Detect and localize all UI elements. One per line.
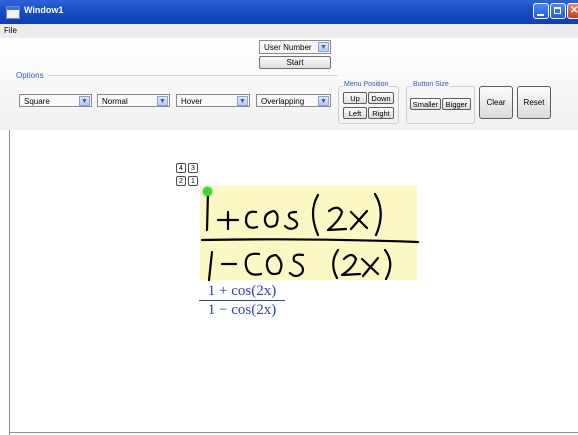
chevron-down-icon: ▼ xyxy=(79,96,90,106)
start-button[interactable]: Start xyxy=(259,56,331,69)
chevron-down-icon: ▼ xyxy=(237,96,248,106)
maximize-button[interactable] xyxy=(550,3,566,19)
size-select-value: Normal xyxy=(102,97,128,106)
chevron-down-icon: ▼ xyxy=(318,96,329,106)
canvas-border xyxy=(9,432,578,433)
options-divider xyxy=(48,75,338,76)
size-select[interactable]: Normal ▼ xyxy=(97,94,170,107)
window-icon xyxy=(6,6,20,19)
pen-cursor-dot xyxy=(203,187,212,196)
title-bar: Window1 xyxy=(0,0,578,24)
ink-stroke xyxy=(263,209,279,228)
ink-fraction-line xyxy=(200,238,420,244)
shape-select[interactable]: Square ▼ xyxy=(19,94,92,107)
number-button-2[interactable]: 2 xyxy=(176,176,186,186)
activation-select[interactable]: Hover ▼ xyxy=(176,94,250,107)
smaller-button[interactable]: Smaller xyxy=(410,98,441,110)
ink-stroke xyxy=(205,190,210,232)
ink-stroke xyxy=(207,250,214,282)
ink-stroke xyxy=(373,192,382,237)
layout-select[interactable]: Overlapping ▼ xyxy=(256,94,331,107)
close-button[interactable] xyxy=(567,3,578,19)
button-size-label: Button Size xyxy=(412,81,450,88)
chevron-down-icon: ▼ xyxy=(157,96,168,106)
ink-stroke xyxy=(288,253,305,278)
ink-stroke xyxy=(340,253,362,277)
activation-select-value: Hover xyxy=(181,97,203,106)
options-label: Options xyxy=(16,71,44,80)
canvas-border xyxy=(9,130,10,435)
ink-stroke xyxy=(383,248,392,281)
reset-button[interactable]: Reset xyxy=(517,86,551,119)
position-right-button[interactable]: Right xyxy=(368,107,394,119)
recognized-denominator: 1 − cos(2x) xyxy=(207,302,277,318)
chevron-down-icon: ▼ xyxy=(318,42,329,52)
recognized-numerator: 1 + cos(2x) xyxy=(207,283,277,299)
position-down-button[interactable]: Down xyxy=(368,92,394,104)
number-button-3[interactable]: 3 xyxy=(188,163,198,173)
position-up-button[interactable]: Up xyxy=(343,92,367,104)
handwritten-ink xyxy=(200,190,420,282)
number-button-4[interactable]: 4 xyxy=(176,163,186,173)
ink-stroke xyxy=(265,253,283,276)
layout-select-value: Overlapping xyxy=(261,97,305,106)
shape-select-value: Square xyxy=(24,97,50,106)
ink-stroke xyxy=(332,248,340,280)
ink-stroke xyxy=(244,210,259,229)
menu-file[interactable]: File xyxy=(4,26,17,35)
clear-button[interactable]: Clear xyxy=(479,86,513,119)
mode-select-value: User Number xyxy=(264,43,312,52)
minimize-button[interactable] xyxy=(533,3,549,19)
ink-stroke xyxy=(283,210,299,230)
menu-position-label: Menu Position xyxy=(343,81,390,88)
bigger-button[interactable]: Bigger xyxy=(442,98,471,110)
ink-stroke xyxy=(326,206,348,232)
position-left-button[interactable]: Left xyxy=(343,107,367,119)
window-title: Window1 xyxy=(24,5,64,15)
ink-stroke xyxy=(244,252,263,276)
recognized-fraction: 1 + cos(2x) 1 − cos(2x) xyxy=(199,283,285,318)
mode-select[interactable]: User Number ▼ xyxy=(259,40,331,54)
menu-bar: File xyxy=(0,24,578,38)
ink-stroke xyxy=(311,193,320,237)
recognized-fraction-bar xyxy=(199,300,285,301)
